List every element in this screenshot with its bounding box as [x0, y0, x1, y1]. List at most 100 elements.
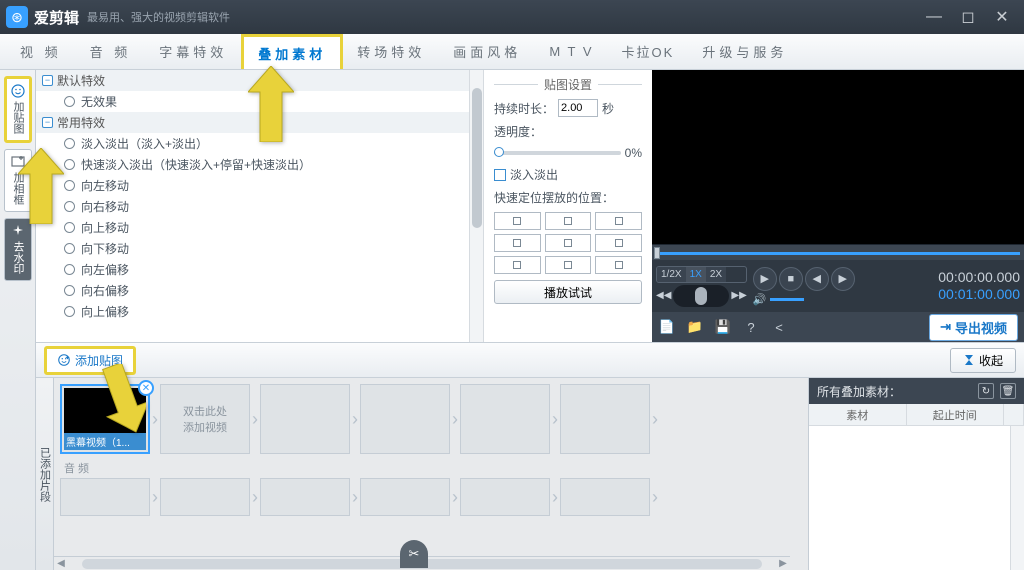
- effect-group-default[interactable]: − 默认特效: [36, 70, 483, 91]
- duration-input[interactable]: [558, 99, 598, 117]
- pos-mr[interactable]: [595, 234, 642, 252]
- preview-canvas[interactable]: [652, 70, 1024, 244]
- timeline-label: 已添加片段: [36, 378, 54, 570]
- tab-style[interactable]: 画面风格: [439, 34, 535, 69]
- speed-1x[interactable]: 1X: [686, 267, 706, 282]
- effect-group-common[interactable]: − 常用特效: [36, 112, 483, 133]
- open-icon[interactable]: 📁: [686, 318, 704, 336]
- effect-item[interactable]: 向下移动: [36, 238, 483, 259]
- volume-icon[interactable]: 🔊: [753, 293, 767, 306]
- clip-empty[interactable]: [260, 384, 350, 454]
- tab-subtitle[interactable]: 字幕特效: [145, 34, 241, 69]
- tab-audio[interactable]: 音 频: [76, 34, 146, 69]
- pos-tr[interactable]: [595, 212, 642, 230]
- chevron-right-icon: ›: [552, 409, 558, 430]
- tab-video[interactable]: 视 频: [6, 34, 76, 69]
- pos-ml[interactable]: [494, 234, 541, 252]
- fade-row[interactable]: 淡入淡出: [494, 166, 642, 183]
- effect-item[interactable]: 向左移动: [36, 175, 483, 196]
- col-material: 素材: [809, 404, 907, 425]
- sidebar-add-frame[interactable]: 加相框: [4, 149, 32, 212]
- volume-slider[interactable]: [770, 298, 804, 301]
- play-test-button[interactable]: 播放试试: [494, 280, 642, 304]
- materials-scrollbar[interactable]: [1010, 426, 1024, 570]
- minimize-button[interactable]: —: [926, 9, 942, 25]
- sidebar-remove-watermark[interactable]: 去水印: [4, 218, 32, 281]
- pos-bl[interactable]: [494, 256, 541, 274]
- tab-mtv[interactable]: M T V: [535, 34, 607, 69]
- save-icon[interactable]: 💾: [714, 318, 732, 336]
- collapse-icon[interactable]: −: [42, 117, 53, 128]
- scrollbar-thumb[interactable]: [472, 88, 482, 228]
- seek-handle[interactable]: [654, 247, 660, 259]
- effect-item[interactable]: 快速淡入淡出（快速淡入+停留+快速淡出）: [36, 154, 483, 175]
- tab-overlay[interactable]: 叠加素材: [241, 34, 343, 69]
- effect-item[interactable]: 向左偏移: [36, 259, 483, 280]
- clip-1[interactable]: 黑幕视频（1... ✕: [60, 384, 150, 454]
- app-title: 爱剪辑: [34, 7, 79, 28]
- collapse-button[interactable]: 收起: [950, 348, 1016, 373]
- effect-item-none[interactable]: 无效果: [36, 91, 483, 112]
- jog-wheel[interactable]: [673, 285, 729, 307]
- pos-tl[interactable]: [494, 212, 541, 230]
- tab-transition[interactable]: 转场特效: [343, 34, 439, 69]
- help-icon[interactable]: ?: [742, 318, 760, 336]
- export-video-button[interactable]: ⇥ 导出视频: [929, 314, 1018, 341]
- maximize-button[interactable]: ◻: [960, 9, 976, 25]
- collapse-icon[interactable]: −: [42, 75, 53, 86]
- effect-item[interactable]: 向上偏移: [36, 301, 483, 322]
- close-button[interactable]: ✕: [994, 9, 1010, 25]
- clip-remove-icon[interactable]: ✕: [138, 380, 154, 396]
- cut-button[interactable]: ✂: [400, 540, 428, 568]
- add-sticker-button[interactable]: 添加贴图: [44, 346, 136, 375]
- stop-button[interactable]: ■: [779, 267, 803, 291]
- frame-plus-icon: [10, 154, 26, 170]
- prev-frame-button[interactable]: ◀: [805, 267, 829, 291]
- scroll-right-icon[interactable]: ▶: [776, 558, 790, 569]
- sidebar-add-sticker[interactable]: 加贴图: [4, 76, 32, 143]
- next-frame-button[interactable]: ▶: [831, 267, 855, 291]
- pos-br[interactable]: [595, 256, 642, 274]
- pos-mc[interactable]: [545, 234, 592, 252]
- speed-2x[interactable]: 2X: [706, 267, 726, 282]
- effect-item[interactable]: 向右移动: [36, 196, 483, 217]
- pos-bc[interactable]: [545, 256, 592, 274]
- checkbox-icon[interactable]: [494, 169, 506, 181]
- audio-clip-empty[interactable]: [460, 478, 550, 516]
- pos-tc[interactable]: [545, 212, 592, 230]
- tab-karaoke[interactable]: 卡拉OK: [608, 34, 689, 69]
- effects-scrollbar[interactable]: [469, 70, 483, 342]
- clip-empty[interactable]: [560, 384, 650, 454]
- effect-item[interactable]: 向右偏移: [36, 280, 483, 301]
- title-bar: ⊛ 爱剪辑 最易用、强大的视频剪辑软件 — ◻ ✕: [0, 0, 1024, 34]
- trash-icon[interactable]: 🗑: [1000, 383, 1016, 399]
- audio-clip-empty[interactable]: [160, 478, 250, 516]
- jog-next-icon[interactable]: ▶▶: [731, 290, 746, 301]
- play-button[interactable]: ▶: [753, 267, 777, 291]
- scroll-left-icon[interactable]: ◀: [54, 558, 68, 569]
- opacity-value: 0%: [625, 146, 642, 160]
- refresh-icon[interactable]: ↻: [978, 383, 994, 399]
- opacity-slider[interactable]: [494, 151, 621, 155]
- effect-item[interactable]: 向上移动: [36, 217, 483, 238]
- audio-clip-empty[interactable]: [360, 478, 450, 516]
- share-icon[interactable]: <: [770, 318, 788, 336]
- audio-clip-empty[interactable]: [560, 478, 650, 516]
- effect-item[interactable]: 淡入淡出（淡入+淡出）: [36, 133, 483, 154]
- position-grid: [494, 212, 642, 274]
- speed-half[interactable]: 1/2X: [657, 267, 686, 282]
- slider-handle[interactable]: [494, 147, 504, 157]
- clip-empty[interactable]: [360, 384, 450, 454]
- sticker-settings-panel: 贴图设置 持续时长： 秒 透明度： 0% 淡入淡出 快速定位摆放的位置：: [484, 70, 652, 342]
- audio-clip-empty[interactable]: [60, 478, 150, 516]
- tab-upgrade[interactable]: 升级与服务: [688, 34, 801, 69]
- clip-placeholder[interactable]: 双击此处 添加视频: [160, 384, 250, 454]
- clip-empty[interactable]: [460, 384, 550, 454]
- sidebar-frame-label: 加相框: [12, 172, 23, 205]
- audio-clip-empty[interactable]: [260, 478, 350, 516]
- sidebar-watermark-label: 去水印: [12, 241, 23, 274]
- preview-seek-bar[interactable]: [652, 244, 1024, 260]
- new-icon[interactable]: 📄: [658, 318, 676, 336]
- jog-prev-icon[interactable]: ◀◀: [656, 290, 671, 301]
- group-label: 默认特效: [57, 72, 105, 89]
